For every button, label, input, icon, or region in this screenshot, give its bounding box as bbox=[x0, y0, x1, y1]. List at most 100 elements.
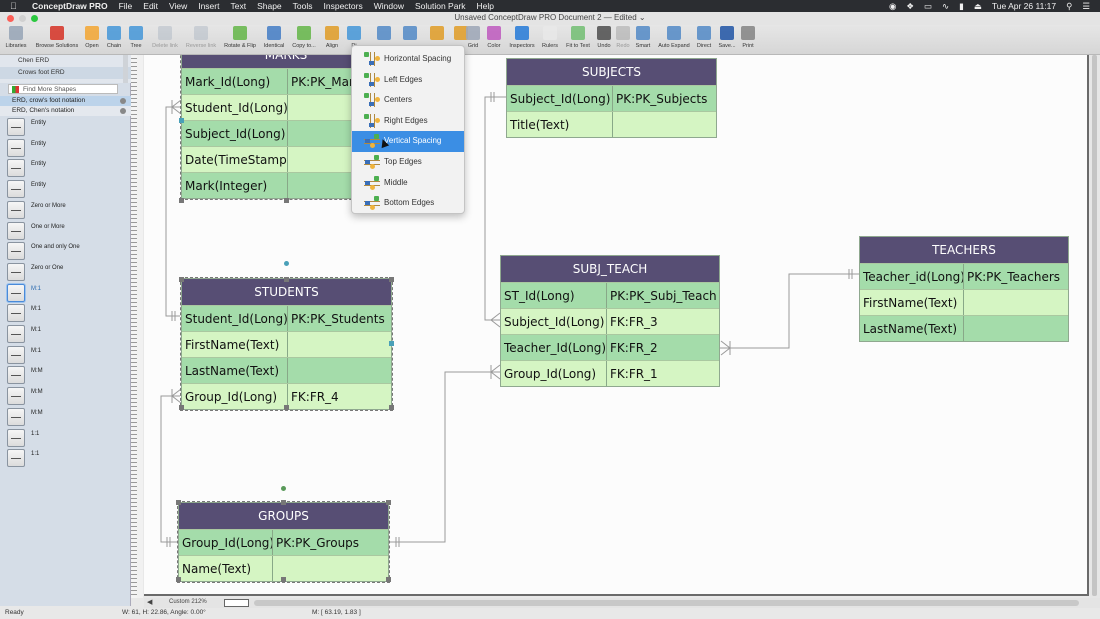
rotate-handle[interactable] bbox=[284, 261, 289, 266]
vertical-scroll-thumb[interactable] bbox=[1092, 55, 1097, 596]
toolbar-button-libraries[interactable]: Libraries bbox=[2, 26, 30, 49]
table-row[interactable]: Group_Id(Long) PK:PK_Groups bbox=[179, 529, 388, 555]
table-subj-teach[interactable]: SUBJ_TEACH ST_Id(Long) PK:PK_Subj_Teach Sub… bbox=[500, 255, 720, 387]
key-cell[interactable]: PK:PK_Groups bbox=[273, 530, 388, 555]
table-row[interactable]: FirstName(Text) bbox=[860, 289, 1068, 315]
table-row[interactable]: Title(Text) bbox=[507, 111, 716, 137]
library-shape-item[interactable]: One and only One bbox=[0, 241, 131, 261]
key-cell[interactable]: PK:PK_Subj_Teach bbox=[607, 283, 719, 308]
toolbar-button-rotate-flip[interactable]: Rotate & Flip bbox=[224, 26, 256, 49]
menu-item-left-edges[interactable]: Left Edges bbox=[352, 70, 464, 91]
library-shape-item[interactable]: 1:1 bbox=[0, 448, 131, 468]
menu-item-centers[interactable]: Centers bbox=[352, 90, 464, 111]
toolbar-button-reverse-link[interactable]: Reverse link bbox=[186, 26, 216, 49]
notification-center-icon[interactable]: ☰ bbox=[1082, 1, 1090, 12]
resize-handle[interactable] bbox=[179, 405, 184, 410]
toolbar-button-delete-link[interactable]: Delete link bbox=[151, 26, 179, 49]
field-name-cell[interactable]: Name(Text) bbox=[179, 556, 273, 581]
resize-handle[interactable] bbox=[284, 277, 289, 282]
key-cell[interactable] bbox=[964, 290, 1068, 315]
table-row[interactable]: Student_Id(Long) PK:PK_Students bbox=[182, 305, 391, 331]
resize-handle[interactable] bbox=[386, 577, 391, 582]
resize-handle[interactable] bbox=[179, 198, 184, 203]
menu-file[interactable]: File bbox=[119, 1, 133, 11]
menu-insert[interactable]: Insert bbox=[198, 1, 219, 11]
field-name-cell[interactable]: FirstName(Text) bbox=[182, 332, 288, 357]
resize-handle[interactable] bbox=[284, 198, 289, 203]
battery-icon[interactable]: ▮ bbox=[959, 1, 964, 12]
connection-point[interactable] bbox=[179, 118, 184, 123]
field-name-cell[interactable]: Mark_Id(Long) bbox=[182, 69, 288, 94]
library-shape-item[interactable]: M:1 bbox=[0, 324, 131, 344]
record-icon[interactable]: ◉ bbox=[889, 1, 896, 12]
resize-handle[interactable] bbox=[386, 500, 391, 505]
library-shape-item[interactable]: M:1 bbox=[0, 303, 131, 323]
key-cell[interactable] bbox=[288, 358, 391, 383]
key-cell[interactable]: PK:PK_Teachers bbox=[964, 264, 1068, 289]
library-shape-item[interactable]: Entity bbox=[0, 179, 131, 199]
resize-handle[interactable] bbox=[281, 577, 286, 582]
page-selector[interactable] bbox=[224, 599, 249, 607]
table-groups[interactable]: GROUPS Group_Id(Long) PK:PK_Groups Name(Tex… bbox=[177, 501, 390, 583]
horizontal-scrollbar[interactable] bbox=[254, 600, 1079, 606]
field-name-cell[interactable]: Group_Id(Long) bbox=[182, 384, 288, 409]
menu-shape[interactable]: Shape bbox=[257, 1, 282, 11]
toolbar-button-inspectors[interactable]: Inspectors bbox=[508, 26, 536, 49]
key-cell[interactable] bbox=[613, 112, 716, 137]
key-cell[interactable] bbox=[964, 316, 1068, 341]
library-shape-item[interactable]: M:M bbox=[0, 386, 131, 406]
eject-icon[interactable]: ⏏ bbox=[974, 1, 982, 12]
key-cell[interactable]: PK:PK_Subjects bbox=[613, 86, 716, 111]
field-name-cell[interactable]: Student_Id(Long) bbox=[182, 95, 288, 120]
library-shape-item[interactable]: M:M bbox=[0, 365, 131, 385]
key-cell[interactable] bbox=[273, 556, 388, 581]
table-row[interactable]: LastName(Text) bbox=[860, 315, 1068, 341]
table-row[interactable]: Teacher_id(Long) PK:PK_Teachers bbox=[860, 263, 1068, 289]
field-name-cell[interactable]: LastName(Text) bbox=[860, 316, 964, 341]
library-shape-item[interactable]: Entity bbox=[0, 158, 131, 178]
scroll-left-icon[interactable]: ◀ bbox=[147, 598, 152, 606]
key-cell[interactable]: FK:FR_4 bbox=[288, 384, 391, 409]
library-shape-item[interactable]: M:1 bbox=[0, 345, 131, 365]
toolbar-button-tree[interactable]: Tree bbox=[122, 26, 150, 49]
key-cell[interactable]: PK:PK_Students bbox=[288, 306, 391, 331]
wifi-icon[interactable]: ∿ bbox=[942, 1, 949, 12]
apple-icon[interactable]:  bbox=[10, 1, 22, 11]
field-name-cell[interactable]: Teacher_Id(Long) bbox=[501, 335, 607, 360]
table-subjects[interactable]: SUBJECTS Subject_Id(Long) PK:PK_Subjects Ti… bbox=[506, 58, 717, 138]
zoom-level-select[interactable]: Custom 212% bbox=[169, 599, 207, 605]
resize-handle[interactable] bbox=[176, 500, 181, 505]
spotlight-icon[interactable]: ⚲ bbox=[1066, 1, 1072, 12]
library-shape-item[interactable]: One or More bbox=[0, 221, 131, 241]
menu-edit[interactable]: Edit bbox=[143, 1, 158, 11]
resize-handle[interactable] bbox=[176, 577, 181, 582]
dropbox-icon[interactable]: ❖ bbox=[906, 1, 914, 12]
key-cell[interactable]: FK:FR_1 bbox=[607, 361, 719, 386]
field-name-cell[interactable]: Subject_Id(Long) bbox=[501, 309, 607, 334]
toolbar-button-print[interactable]: Print bbox=[734, 26, 762, 49]
toolbar-button-auto-expand[interactable]: Auto Expand bbox=[658, 26, 690, 49]
resize-handle[interactable] bbox=[389, 277, 394, 282]
resize-handle[interactable] bbox=[281, 500, 286, 505]
field-name-cell[interactable]: Teacher_id(Long) bbox=[860, 264, 964, 289]
toolbar-button-group[interactable] bbox=[370, 26, 398, 43]
table-row[interactable]: LastName(Text) bbox=[182, 357, 391, 383]
rotate-handle[interactable] bbox=[281, 486, 286, 491]
document-title[interactable]: Unsaved ConceptDraw PRO Document 2 — Edi… bbox=[0, 13, 1100, 22]
table-row[interactable]: FirstName(Text) bbox=[182, 331, 391, 357]
table-row[interactable]: ST_Id(Long) PK:PK_Subj_Teach bbox=[501, 282, 719, 308]
field-name-cell[interactable]: ST_Id(Long) bbox=[501, 283, 607, 308]
field-name-cell[interactable]: Mark(Integer) bbox=[182, 173, 288, 198]
table-row[interactable]: Group_Id(Long) FK:FR_1 bbox=[501, 360, 719, 386]
find-more-shapes-button[interactable]: Find More Shapes bbox=[8, 84, 118, 94]
toolbar-button-ungroup[interactable] bbox=[396, 26, 424, 43]
field-name-cell[interactable]: Subject_Id(Long) bbox=[507, 86, 613, 111]
key-cell[interactable] bbox=[288, 332, 391, 357]
library-shape-item[interactable]: Entity bbox=[0, 117, 131, 137]
table-teachers[interactable]: TEACHERS Teacher_id(Long) PK:PK_Teachers Fi… bbox=[859, 236, 1069, 342]
toolbar-button-identical[interactable]: Identical bbox=[260, 26, 288, 49]
field-name-cell[interactable]: Subject_Id(Long) bbox=[182, 121, 288, 146]
close-library-icon[interactable] bbox=[120, 98, 126, 104]
menu-item-middle[interactable]: Middle bbox=[352, 173, 464, 194]
close-library-icon[interactable] bbox=[120, 108, 126, 114]
